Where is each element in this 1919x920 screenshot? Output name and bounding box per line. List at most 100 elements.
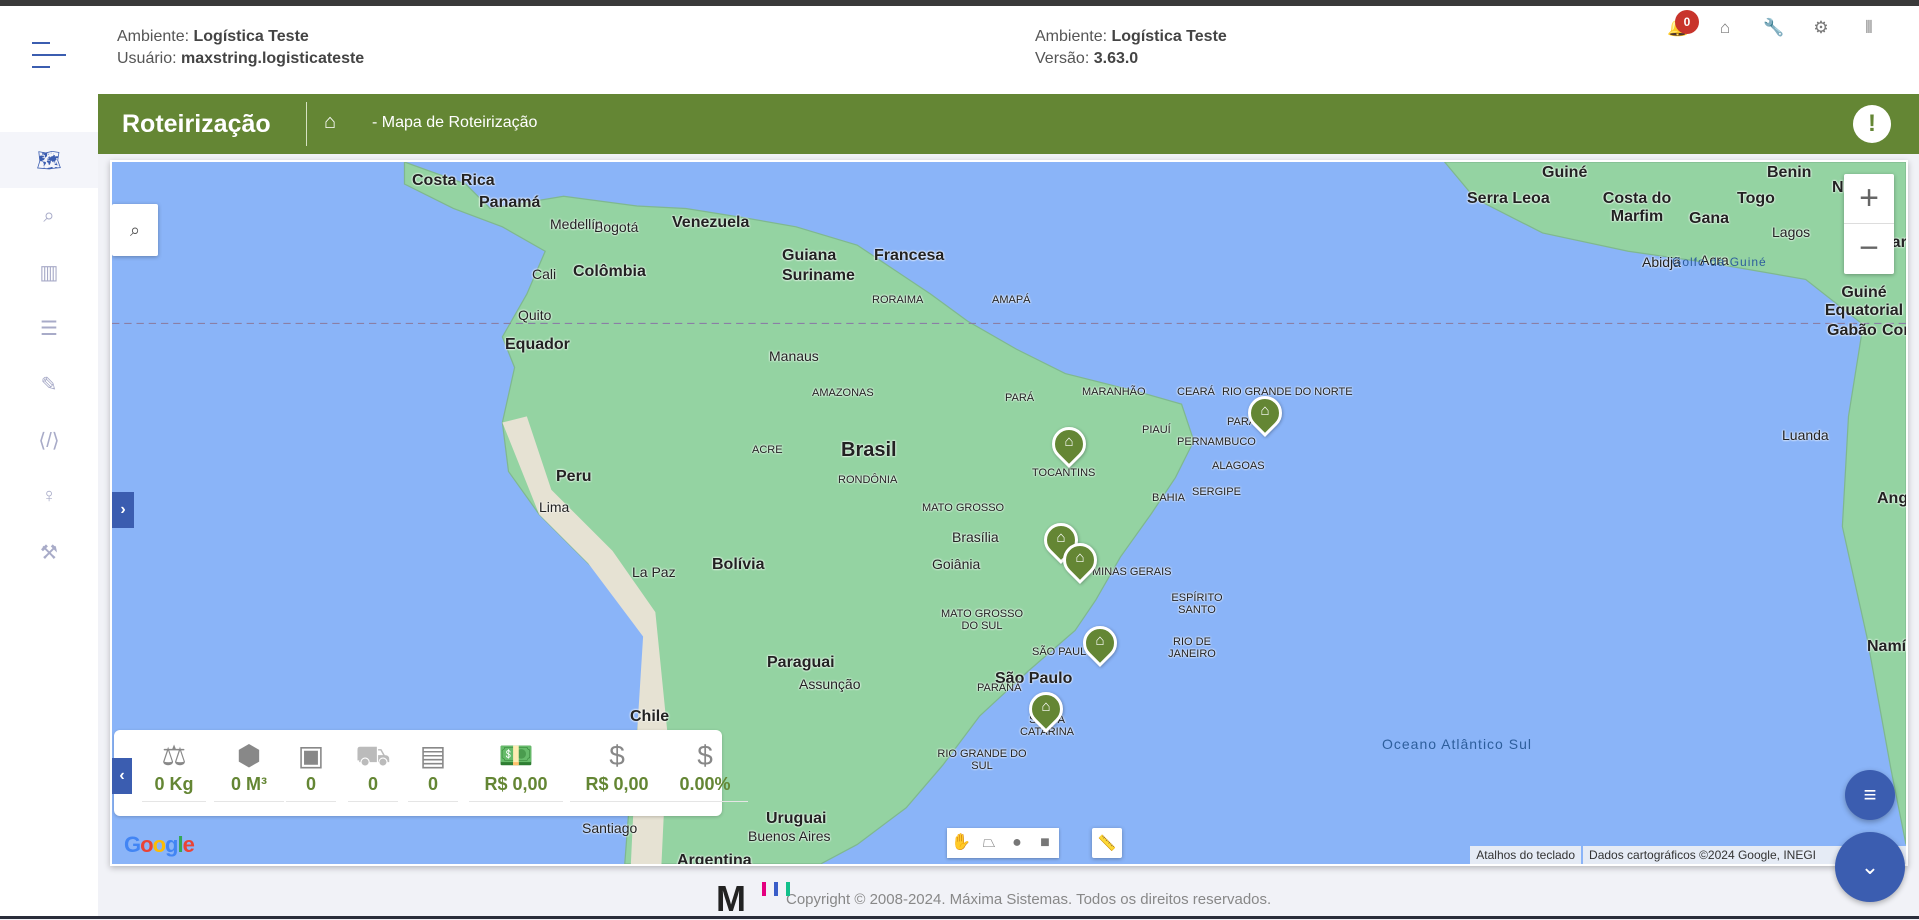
hand-icon[interactable]: ✋ — [947, 828, 975, 858]
map-label: Equador — [505, 336, 570, 353]
zoom-in-button[interactable]: + — [1844, 174, 1894, 224]
home-icon: ⌂ — [1075, 549, 1085, 566]
map-label: Gana — [1689, 210, 1730, 227]
map-label: Colômbia — [573, 263, 646, 280]
chevron-down-icon: ⌄ — [1860, 854, 1880, 879]
map-label: ALAGOAS — [1212, 460, 1265, 472]
stat-cost: $ R$ 0,00 — [570, 738, 664, 802]
map-label: MATO GROSSO DO SUL — [940, 608, 1024, 632]
footer: M Copyright © 2008-2024. Máxima Sistemas… — [716, 878, 1271, 920]
map-label: Ang — [1877, 490, 1908, 507]
map-label: Guiné — [1542, 164, 1588, 181]
home-icon: ⌂ — [1095, 632, 1105, 649]
keyboard-shortcuts-link[interactable]: Atalhos do teclado — [1470, 846, 1582, 864]
scroll-down-button[interactable]: ⌄ — [1835, 832, 1905, 902]
sidebar-item-edit[interactable]: ✎ — [0, 356, 98, 412]
map-label: ESPÍRITO SANTO — [1171, 592, 1223, 616]
sidebar-item-reports[interactable]: ▥ — [0, 244, 98, 300]
sidebar-item-map[interactable]: 🗺 — [0, 132, 98, 188]
map-label: Togo — [1737, 190, 1775, 207]
menu-toggle-icon[interactable] — [32, 42, 66, 68]
truck-icon: ⛟ — [355, 740, 391, 771]
map-marker[interactable]: ⌂ — [1044, 419, 1094, 469]
map-marker[interactable]: ⌂ — [1055, 535, 1105, 585]
polygon-icon[interactable]: ⏢ — [975, 828, 1003, 858]
map-marker[interactable]: ⌂ — [1075, 618, 1125, 668]
map-marker[interactable]: ⌂ — [1240, 388, 1290, 438]
logout-icon[interactable]: ⫴ — [1859, 18, 1879, 38]
map-label: Serra Leoa — [1467, 190, 1550, 207]
map-label: Oceano Atlântico Sul — [1382, 736, 1532, 752]
map-label: Paraguai — [767, 654, 835, 671]
wrench-icon[interactable]: 🔧 — [1763, 18, 1784, 38]
map-label: Guiné Equatorial — [1824, 284, 1904, 319]
version-info: Ambiente: Logística Teste Versão: 3.63.0 — [1035, 26, 1227, 70]
drawing-toolbar: ✋ ⏢ ● ■ — [947, 828, 1059, 858]
stat-value-total: 💵 R$ 0,00 — [469, 738, 563, 802]
pin-icon: ♀ — [41, 484, 57, 507]
circle-icon[interactable]: ● — [1003, 828, 1031, 858]
page-header: Roteirização ⌂ - Mapa de Roteirização ! — [98, 94, 1919, 154]
map-label: RIO DE JANEIRO — [1168, 636, 1216, 660]
user-label: Usuário: — [117, 50, 177, 67]
map-label: Golfo da Guiné — [1672, 255, 1767, 269]
sidebar-item-code[interactable]: ⟨/⟩ — [0, 412, 98, 468]
bell-icon[interactable]: 🔔0 — [1667, 10, 1699, 38]
map-label: Uruguai — [766, 810, 827, 827]
map-label: CEARÁ — [1177, 386, 1215, 398]
map-label: Cali — [532, 266, 557, 282]
filter-icon: ≡ — [1863, 782, 1877, 807]
stat-packages: ▣ 0 — [286, 738, 336, 802]
map-label: Gabão — [1827, 322, 1877, 339]
ruler-icon[interactable]: 📏 — [1092, 828, 1122, 858]
map-label: Goiânia — [932, 556, 981, 572]
home-icon[interactable]: ⌂ — [1715, 18, 1735, 38]
sidebar-item-tools[interactable]: ⚒ — [0, 524, 98, 580]
box-icon: ▣ — [297, 740, 325, 771]
sidebar-item-location[interactable]: ♀ — [0, 468, 98, 524]
map-label: Suriname — [782, 267, 855, 284]
map-label: PARÁ — [1005, 392, 1035, 404]
env-label: Ambiente: — [117, 28, 190, 45]
zoom-out-button[interactable]: − — [1844, 224, 1894, 274]
weight-icon: ⚖ — [161, 740, 187, 771]
map-label: Medellín — [550, 216, 603, 232]
map-label: SERGIPE — [1192, 486, 1241, 498]
map-label: MATO GROSSO — [922, 502, 1005, 514]
map-marker[interactable]: ⌂ — [1021, 684, 1071, 734]
map-label: PIAUÍ — [1142, 424, 1171, 436]
map-label: MINAS GERAIS — [1092, 566, 1172, 578]
gear-icon[interactable]: ⚙ — [1811, 18, 1831, 38]
env-value: Logística Teste — [193, 28, 309, 45]
stat-percent: $0.00% — [662, 738, 748, 802]
map-search-button[interactable]: ⌕ — [112, 204, 158, 256]
map-label: ACRE — [752, 444, 783, 456]
alert-button[interactable]: ! — [1853, 105, 1891, 143]
version-label: Versão: — [1035, 50, 1090, 67]
breadcrumb: - Mapa de Roteirização — [372, 114, 538, 131]
breadcrumb-home-icon[interactable]: ⌂ — [324, 111, 336, 134]
sidebar-item-settings[interactable]: ☰ — [0, 300, 98, 356]
dollar-coin-icon: $ — [609, 740, 625, 771]
map-label: Lagos — [1772, 224, 1811, 240]
env-info: Ambiente: Logística Teste Usuário: maxst… — [117, 26, 364, 70]
stat-value: 0 — [408, 774, 458, 802]
stat-boxes: ▤ 0 — [408, 738, 458, 802]
sidebar: 🗺 ⌕ ▥ ☰ ✎ ⟨/⟩ ♀ ⚒ — [0, 94, 98, 919]
rectangle-icon[interactable]: ■ — [1031, 828, 1059, 858]
zoom-control: + − — [1844, 174, 1894, 274]
map-label: BAHIA — [1152, 492, 1186, 504]
filter-button[interactable]: ≡ — [1845, 770, 1895, 820]
map-label: Venezuela — [672, 214, 750, 231]
sidebar-item-search[interactable]: ⌕ — [0, 188, 98, 244]
map-label: Costa Rica — [412, 172, 495, 189]
stat-value: 0 — [348, 774, 398, 802]
map-label: Panamá — [479, 194, 541, 211]
code-file-icon: ⟨/⟩ — [38, 429, 60, 452]
map-label: Benin — [1767, 164, 1812, 181]
stat-value: R$ 0,00 — [570, 774, 664, 802]
collapse-stats-button[interactable]: ‹ — [112, 758, 132, 794]
map[interactable]: Brasil Peru Bolívia Colômbia Venezuela E… — [110, 160, 1908, 866]
expand-panel-button[interactable]: › — [112, 492, 134, 528]
stat-volume: ⬢ 0 M³ — [214, 738, 284, 802]
